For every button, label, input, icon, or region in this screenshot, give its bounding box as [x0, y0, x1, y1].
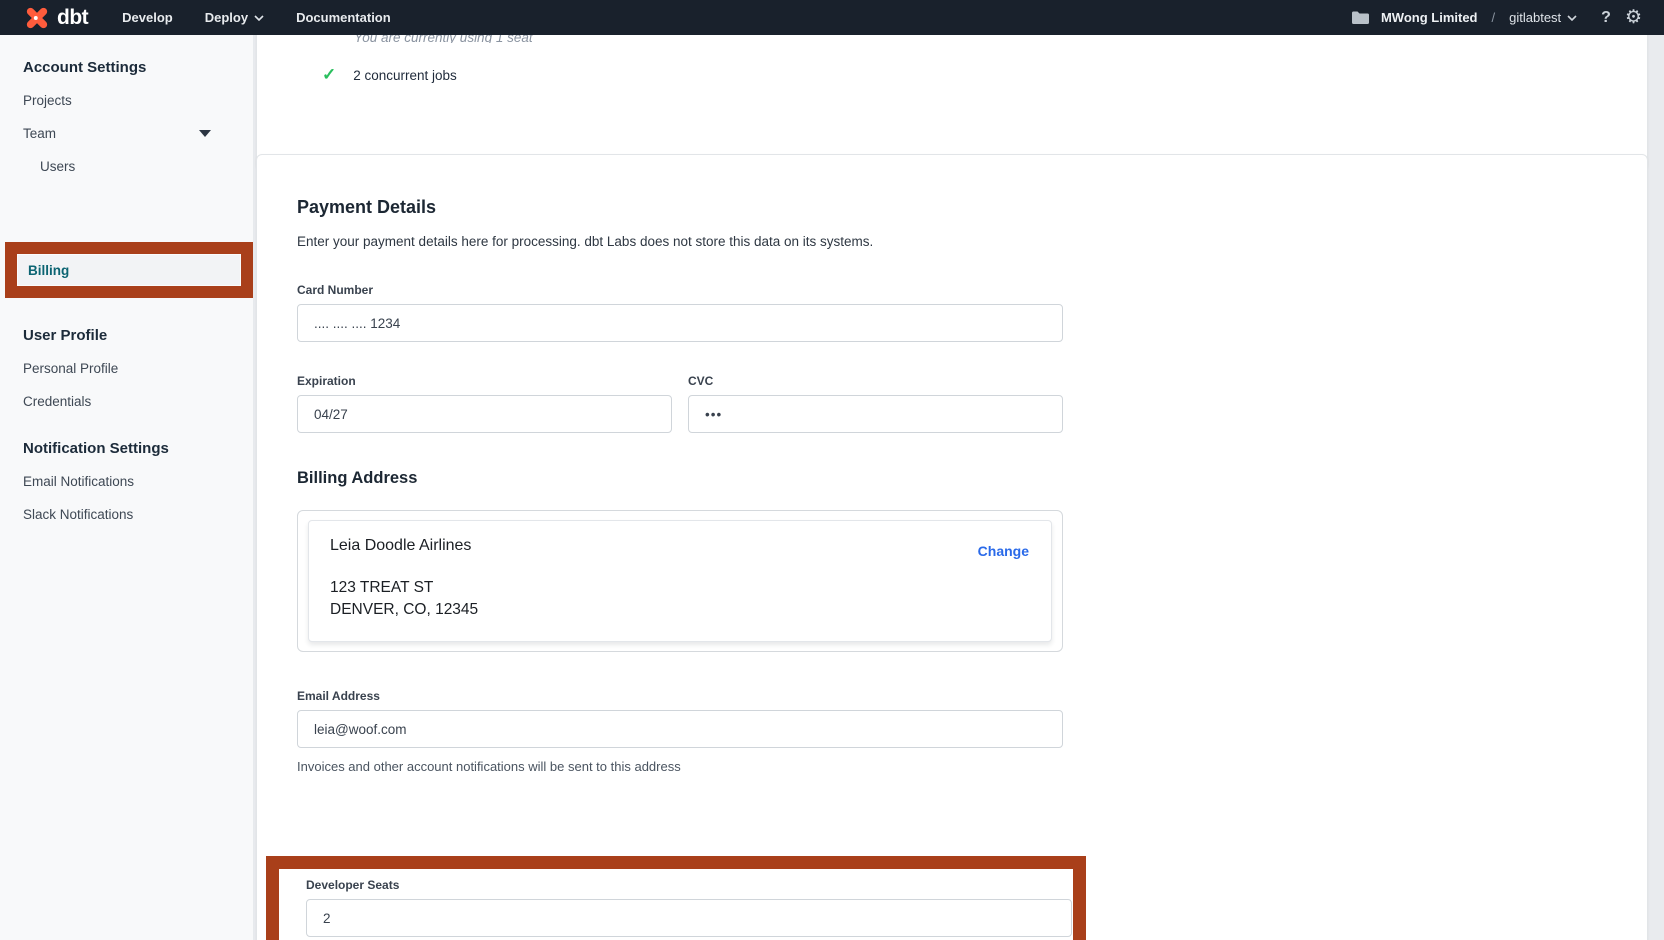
sidebar-item-team-label: Team: [23, 126, 56, 141]
sidebar-item-billing[interactable]: Billing: [17, 254, 241, 286]
email-helper-text: Invoices and other account notifications…: [297, 759, 1647, 774]
cvc-label: CVC: [688, 374, 1063, 388]
sidebar-item-email-notifications[interactable]: Email Notifications: [0, 465, 253, 498]
expiration-label: Expiration: [297, 374, 672, 388]
card-number-label: Card Number: [297, 283, 1647, 297]
sidebar-item-credentials[interactable]: Credentials: [0, 385, 253, 418]
check-icon: ✓: [322, 65, 336, 85]
sidebar-item-personal-profile[interactable]: Personal Profile: [0, 352, 253, 385]
section-heading-notification-settings: Notification Settings: [0, 440, 253, 457]
annotation-highlight-billing: Billing: [5, 242, 253, 298]
card-number-input[interactable]: [297, 304, 1063, 342]
payment-details-card: Payment Details Enter your payment detai…: [256, 154, 1648, 940]
developer-seats-input[interactable]: [306, 899, 1072, 937]
nav-deploy-label: Deploy: [205, 10, 248, 25]
cvc-input[interactable]: [688, 395, 1063, 433]
folder-icon: [1352, 11, 1369, 24]
section-heading-user-profile: User Profile: [0, 327, 253, 344]
breadcrumb-separator: /: [1492, 10, 1496, 25]
developer-seats-label: Developer Seats: [306, 878, 1073, 892]
payment-details-description: Enter your payment details here for proc…: [297, 234, 1647, 249]
expiration-input[interactable]: [297, 395, 672, 433]
email-address-label: Email Address: [297, 689, 1647, 703]
sidebar-item-team[interactable]: Team: [0, 117, 253, 150]
sidebar-item-slack-notifications[interactable]: Slack Notifications: [0, 498, 253, 531]
change-address-link[interactable]: Change: [978, 543, 1029, 559]
concurrent-jobs-text: 2 concurrent jobs: [353, 68, 457, 83]
nav-documentation[interactable]: Documentation: [296, 10, 391, 25]
project-name: gitlabtest: [1509, 10, 1561, 25]
annotation-highlight-developer-seats: Developer Seats: [266, 856, 1086, 940]
gear-icon[interactable]: ⚙: [1625, 8, 1642, 27]
top-navbar: dbt Develop Deploy Documentation MWong L…: [0, 0, 1664, 35]
billing-street-address: 123 TREAT ST DENVER, CO, 12345: [330, 577, 1031, 621]
nav-develop[interactable]: Develop: [122, 10, 173, 25]
plan-feature-row: ✓ 2 concurrent jobs: [322, 65, 1647, 85]
sidebar-item-users[interactable]: Users: [0, 150, 253, 183]
dbt-logo-icon: [24, 5, 50, 31]
settings-sidebar: Account Settings Projects Team Users Bil…: [0, 35, 254, 940]
section-heading-account-settings: Account Settings: [0, 59, 253, 76]
billing-address-title: Billing Address: [297, 469, 1647, 488]
dbt-brand[interactable]: dbt: [24, 5, 88, 31]
chevron-down-icon: [254, 15, 264, 21]
caret-down-icon: [199, 130, 211, 137]
address-line-2: DENVER, CO, 12345: [330, 599, 1031, 621]
nav-deploy[interactable]: Deploy: [205, 10, 264, 25]
billing-company-name: Leia Doodle Airlines: [330, 537, 1031, 555]
payment-details-title: Payment Details: [297, 197, 1647, 218]
billing-address-box: Leia Doodle Airlines Change 123 TREAT ST…: [297, 510, 1063, 652]
plan-usage-card: You are currently using 1 seat ✓ 2 concu…: [256, 29, 1648, 170]
sidebar-item-projects[interactable]: Projects: [0, 84, 253, 117]
billing-address-display: Leia Doodle Airlines Change 123 TREAT ST…: [308, 520, 1052, 642]
main-content: You are currently using 1 seat ✓ 2 concu…: [255, 35, 1664, 940]
project-switcher[interactable]: gitlabtest: [1509, 10, 1577, 25]
chevron-down-icon: [1567, 15, 1577, 21]
help-icon[interactable]: ?: [1601, 9, 1611, 27]
address-line-1: 123 TREAT ST: [330, 577, 1031, 599]
account-name[interactable]: MWong Limited: [1381, 10, 1478, 25]
brand-name: dbt: [57, 6, 88, 30]
email-address-input[interactable]: [297, 710, 1063, 748]
